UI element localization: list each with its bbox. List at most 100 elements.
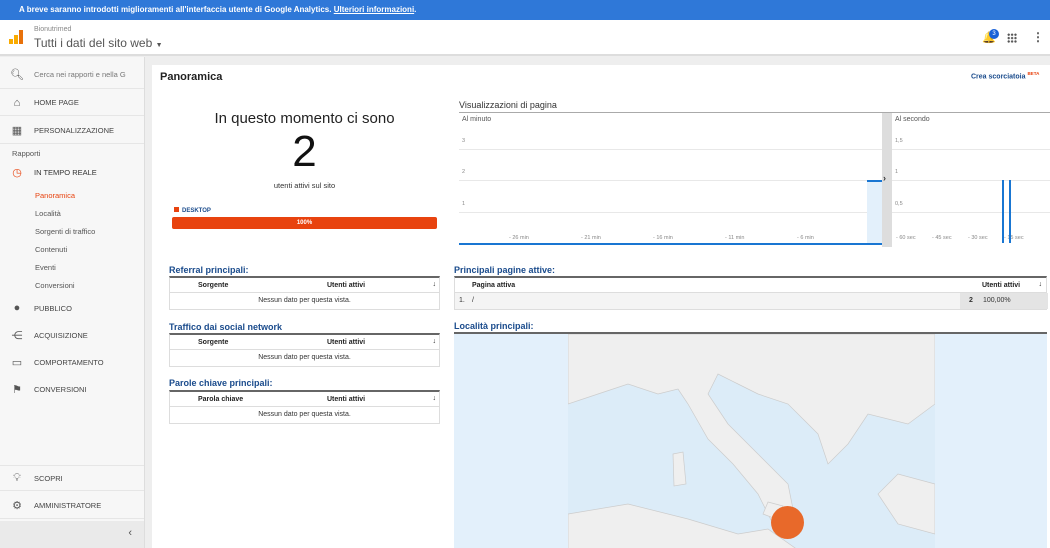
sidebar-label: PERSONALIZZAZIONE <box>34 126 115 135</box>
x-tick-label: - 11 min <box>725 235 745 241</box>
learn-more-link[interactable]: Ulteriori informazioni <box>334 5 414 14</box>
more-vert-icon[interactable]: ⋮ <box>1032 30 1044 44</box>
legend-swatch <box>174 207 179 212</box>
sidebar-label: AMMINISTRATORE <box>34 501 102 510</box>
x-tick-label: - 30 sec <box>968 235 988 241</box>
sidebar-label: SCOPRI <box>34 473 63 483</box>
collapse-sidebar-button[interactable]: ‹ <box>0 521 144 548</box>
sidebar-label: CONVERSIONI <box>34 384 87 394</box>
apps-grid-icon[interactable] <box>1007 33 1017 43</box>
search-icon: 🔍︎ <box>10 68 24 81</box>
banner-period: . <box>414 5 417 14</box>
sidebar-item-realtime[interactable]: ◷ IN TEMPO REALE <box>0 159 144 185</box>
sidebar-item-acquisition[interactable]: ⋲ ACQUISIZIONE <box>0 322 144 348</box>
sidebar-subitem-traffic-sources[interactable]: Sorgenti di traffico <box>35 227 95 236</box>
bar <box>1001 180 1004 243</box>
y-tick-label: 2 <box>462 169 466 176</box>
sidebar-subitem-locations[interactable]: Località <box>35 209 61 218</box>
active-pages-title: Principali pagine attive: <box>454 265 556 275</box>
x-axis-baseline <box>459 243 882 245</box>
sidebar-item-customization[interactable]: ▦ PERSONALIZZAZIONE <box>0 118 144 144</box>
col-active-users[interactable]: Utenti attivi <box>982 282 1020 289</box>
sidebar-item-conversions[interactable]: ⚑ CONVERSIONI <box>0 376 144 402</box>
view-selector[interactable]: Tutti i dati del sito web ▼ <box>34 36 163 50</box>
gridline <box>459 211 882 213</box>
col-keyword: Parola chiave <box>198 396 244 403</box>
page-path[interactable]: / <box>472 293 474 309</box>
x-tick-label: - 6 min <box>797 235 814 241</box>
bar-value-marker <box>867 180 882 183</box>
device-progress-bar: 100% <box>172 217 437 229</box>
gridline <box>459 180 882 182</box>
sidebar-item-discover[interactable]: 💡︎ SCOPRI <box>0 465 144 491</box>
empty-row: Nessun dato per questa vista. <box>258 297 351 304</box>
notification-count-badge: 3 <box>989 29 999 39</box>
bar <box>1008 180 1011 243</box>
sort-arrow-icon[interactable]: ↓ <box>433 281 437 288</box>
reports-heading: Rapporti <box>12 149 41 158</box>
col-active-users[interactable]: Utenti attivi <box>327 339 365 346</box>
device-legend: DESKTOP <box>174 207 211 214</box>
banner-text: A breve saranno introdotti miglioramenti… <box>19 5 332 14</box>
create-shortcut-link[interactable]: Crea scorciatoia BETA <box>971 71 1039 80</box>
referral-title: Referral principali: <box>169 265 249 275</box>
shortcut-label: Crea scorciatoia <box>971 73 1026 81</box>
x-tick-label: - 16 min <box>653 235 673 241</box>
y-tick-label: 1,5 <box>895 137 903 144</box>
sidebar-subitem-events[interactable]: Eventi <box>35 263 56 272</box>
search-input[interactable]: Cerca nei rapporti e nella G <box>34 70 126 79</box>
keywords-table: Parola chiave Utenti attivi ↓ Nessun dato … <box>169 390 440 424</box>
x-tick-label: - 60 sec <box>896 235 916 241</box>
sidebar-item-admin[interactable]: ⚙ AMMINISTRATORE <box>0 493 144 519</box>
y-tick-label: 1 <box>462 200 466 207</box>
account-name: Bionutrimed <box>34 26 72 33</box>
sidebar-subitem-conversions[interactable]: Conversioni <box>35 281 75 290</box>
active-pages-table: Pagina attiva Utenti attivi ↓ 1. / 2 100,0… <box>454 276 1048 310</box>
active-users-label: utenti attivi sul sito <box>273 181 336 190</box>
gridline <box>892 211 1050 213</box>
y-tick-label: 3 <box>462 137 466 144</box>
chart-subtitle: Al secondo <box>895 116 930 123</box>
row-number: 1. <box>459 297 465 304</box>
empty-row: Nessun dato per questa vista. <box>258 411 351 418</box>
main-panel: Panoramica Crea scorciatoia BETA In ques… <box>152 65 1050 548</box>
sort-arrow-icon[interactable]: ↓ <box>433 395 437 402</box>
gridline <box>892 148 1050 150</box>
locations-title: Località principali: <box>454 321 534 331</box>
sort-arrow-icon[interactable]: ↓ <box>433 338 437 345</box>
behavior-icon: ▭ <box>11 356 23 369</box>
sidebar-label: COMPORTAMENTO <box>34 357 104 367</box>
search-reports[interactable]: 🔍︎ Cerca nei rapporti e nella G <box>0 60 144 89</box>
per-second-chart: Al secondo 0,5 1 1,5 - 60 sec - 45 sec - 30 s… <box>892 113 1050 247</box>
keywords-title: Parole chiave principali: <box>169 378 273 388</box>
sidebar-item-home[interactable]: ⌂ HOME PAGE <box>0 90 144 116</box>
per-minute-chart: Al minuto 1 2 3 - 26 min - 21 min - 16 min - 1… <box>459 113 882 247</box>
col-source: Sorgente <box>198 282 229 289</box>
device-percent: 100% <box>296 220 313 226</box>
sidebar-subitem-overview[interactable]: Panoramica <box>35 191 75 200</box>
bar-highlight <box>867 180 882 243</box>
col-source: Sorgente <box>198 339 229 346</box>
table-row[interactable]: 1. / 2 100,00% <box>455 293 1048 309</box>
map-land <box>568 334 935 548</box>
location-bubble[interactable] <box>771 506 804 539</box>
col-active-users[interactable]: Utenti attivi <box>327 396 365 403</box>
sidebar-subitem-content[interactable]: Contenuti <box>35 245 67 254</box>
analytics-logo <box>9 30 23 44</box>
x-tick-label: - 21 min <box>581 235 601 241</box>
locations-map[interactable] <box>454 332 1047 548</box>
social-table: Sorgente Utenti attivi ↓ Nessun dato per q… <box>169 333 440 367</box>
sidebar-label: PUBBLICO <box>34 303 72 313</box>
row-percent: 100,00% <box>983 297 1011 304</box>
gridline <box>892 180 1050 182</box>
y-tick-label: 1 <box>895 169 899 176</box>
sidebar-label: ACQUISIZIONE <box>34 330 88 340</box>
sidebar-item-behavior[interactable]: ▭ COMPORTAMENTO <box>0 349 144 375</box>
col-active-users[interactable]: Utenti attivi <box>327 282 365 289</box>
row-users: 2 <box>969 297 973 304</box>
sort-arrow-icon[interactable]: ↓ <box>1039 281 1043 288</box>
beta-badge: BETA <box>1027 71 1040 76</box>
chart-divider-handle[interactable]: › <box>882 113 892 247</box>
social-title: Traffico dai social network <box>169 322 283 332</box>
sidebar-item-audience[interactable]: ● PUBBLICO <box>0 295 144 321</box>
